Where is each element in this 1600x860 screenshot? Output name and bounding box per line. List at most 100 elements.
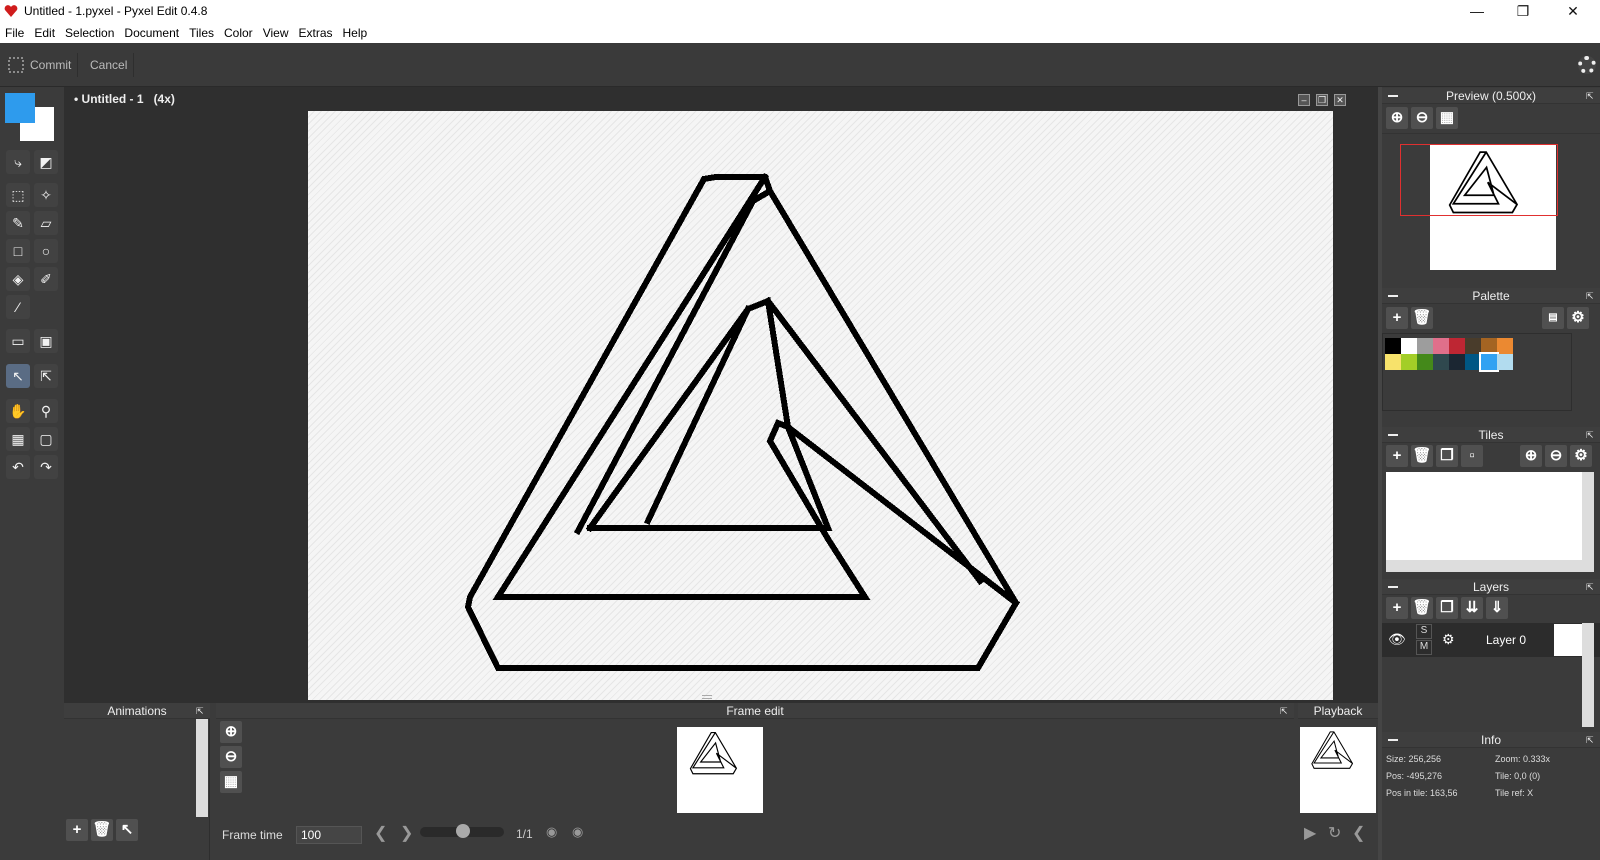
animations-scrollbar[interactable] — [196, 719, 208, 817]
move-selection-icon[interactable]: ↖ — [6, 364, 30, 388]
prev-frame-icon[interactable]: ❮ — [374, 823, 387, 843]
tiles-zoom-in-icon[interactable]: ⊕ — [1520, 445, 1542, 467]
clear-tile-icon[interactable]: ▫ — [1461, 445, 1483, 467]
menu-help[interactable]: Help — [338, 23, 373, 43]
reset-colors-icon[interactable]: ◩ — [34, 150, 58, 174]
palette-swatch[interactable] — [1433, 354, 1449, 370]
palette-swatch[interactable] — [1417, 338, 1433, 354]
add-animation-icon[interactable]: + — [66, 819, 88, 841]
visibility-eye-icon[interactable]: 👁 — [1388, 631, 1406, 648]
tiles-h-scrollbar[interactable] — [1386, 560, 1582, 572]
palette-swatch[interactable] — [1465, 338, 1481, 354]
onion-skin-prev-icon[interactable]: ◉ — [546, 824, 557, 840]
frame-fit-icon[interactable]: ▦ — [220, 771, 242, 793]
preview-viewport-rect[interactable] — [1400, 144, 1558, 216]
zoom-icon[interactable]: ⚲ — [34, 399, 58, 423]
pin-icon[interactable]: ⇱ — [1586, 291, 1596, 301]
redo-icon[interactable]: ↷ — [34, 455, 58, 479]
collapse-icon[interactable] — [1388, 586, 1398, 588]
duplicate-tile-icon[interactable]: ❐ — [1436, 445, 1458, 467]
delete-animation-icon[interactable]: 🗑 — [91, 819, 113, 841]
palette-swatch[interactable] — [1481, 338, 1497, 354]
palette-swatch[interactable] — [1449, 338, 1465, 354]
pin-icon[interactable]: ⇱ — [1280, 706, 1290, 716]
palette-swatch[interactable] — [1401, 338, 1417, 354]
palette-swatch[interactable] — [1385, 338, 1401, 354]
palette-swatch[interactable] — [1465, 354, 1481, 370]
frame-zoom-in-icon[interactable]: ⊕ — [220, 721, 242, 743]
grid-toggle-icon[interactable]: ▦ — [6, 427, 30, 451]
palette-swatch[interactable] — [1497, 338, 1513, 354]
brush-icon[interactable]: ✐ — [34, 267, 58, 291]
layers-v-scrollbar[interactable] — [1582, 623, 1594, 727]
duplicate-layer-icon[interactable]: ❐ — [1436, 597, 1458, 619]
tile-row-icon[interactable]: ▭ — [6, 329, 30, 353]
frame-thumbnail[interactable] — [677, 727, 763, 813]
ellipse-icon[interactable]: ○ — [34, 239, 58, 263]
pin-icon[interactable]: ⇱ — [1586, 91, 1596, 101]
fill-bucket-icon[interactable]: ◈ — [6, 267, 30, 291]
eyedropper-icon[interactable]: ⁄ — [6, 295, 30, 319]
palette-swatch[interactable] — [1449, 354, 1465, 370]
zoom-out-icon[interactable]: ⊖ — [1411, 107, 1433, 129]
zoom-in-icon[interactable]: ⊕ — [1386, 107, 1408, 129]
palette-swatch[interactable] — [1479, 352, 1499, 372]
pin-icon[interactable]: ⇱ — [1586, 735, 1596, 745]
delete-layer-icon[interactable]: 🗑 — [1411, 597, 1433, 619]
merge-down-icon[interactable]: ⇊ — [1461, 597, 1483, 619]
menu-tiles[interactable]: Tiles — [184, 23, 219, 43]
collapse-icon[interactable] — [1388, 295, 1398, 297]
menu-color[interactable]: Color — [219, 23, 258, 43]
move-tile-icon[interactable]: ⇱ — [34, 364, 58, 388]
menu-file[interactable]: File — [0, 23, 29, 43]
frame-zoom-out-icon[interactable]: ⊖ — [220, 746, 242, 768]
frame-slider-knob[interactable] — [456, 824, 470, 838]
swap-colors-icon[interactable]: ⤷ — [6, 150, 30, 174]
delete-tile-icon[interactable]: 🗑 — [1411, 445, 1433, 467]
layer-name[interactable]: Layer 0 — [1486, 633, 1526, 647]
magic-wand-icon[interactable]: ✧ — [34, 183, 58, 207]
menu-extras[interactable]: Extras — [293, 23, 337, 43]
doc-minimize-icon[interactable]: – — [1298, 94, 1310, 106]
tiles-settings-icon[interactable]: ⚙ — [1570, 445, 1592, 467]
playback-prev-icon[interactable]: ❮ — [1352, 823, 1365, 843]
minimize-button[interactable]: — — [1454, 0, 1500, 23]
pin-icon[interactable]: ⇱ — [1586, 430, 1596, 440]
palette-settings-icon[interactable]: ⚙ — [1567, 307, 1589, 329]
select-animation-icon[interactable]: ↖ — [116, 819, 138, 841]
resize-grip-icon[interactable] — [702, 695, 712, 699]
collapse-icon[interactable] — [1388, 434, 1398, 436]
settings-gear-icon[interactable] — [1578, 56, 1596, 74]
add-layer-icon[interactable]: + — [1386, 597, 1408, 619]
flatten-icon[interactable]: ⇓ — [1486, 597, 1508, 619]
collapse-icon[interactable] — [1388, 95, 1398, 97]
collapse-icon[interactable] — [1388, 739, 1398, 741]
layer-settings-icon[interactable]: ⚙ — [1442, 631, 1455, 648]
pin-icon[interactable]: ⇱ — [196, 706, 206, 716]
solo-toggle[interactable]: S — [1416, 624, 1432, 639]
palette-presets-icon[interactable]: ▤ — [1542, 307, 1564, 329]
frame-toggle-icon[interactable]: ▢ — [34, 427, 58, 451]
menu-edit[interactable]: Edit — [29, 23, 60, 43]
tiles-zoom-out-icon[interactable]: ⊖ — [1545, 445, 1567, 467]
pencil-icon[interactable]: ✎ — [6, 211, 30, 235]
tile-grid-icon[interactable]: ▣ — [34, 329, 58, 353]
loop-icon[interactable]: ↻ — [1328, 823, 1341, 843]
rectangle-icon[interactable]: □ — [6, 239, 30, 263]
delete-color-icon[interactable]: 🗑 — [1411, 307, 1433, 329]
pan-hand-icon[interactable]: ✋ — [6, 399, 30, 423]
drawing-canvas[interactable] — [308, 111, 1333, 700]
mute-toggle[interactable]: M — [1416, 640, 1432, 655]
add-color-icon[interactable]: + — [1386, 307, 1408, 329]
commit-button[interactable]: Commit — [24, 53, 79, 77]
pin-icon[interactable]: ⇱ — [1586, 582, 1596, 592]
undo-icon[interactable]: ↶ — [6, 455, 30, 479]
palette-swatch[interactable] — [1401, 354, 1417, 370]
rect-select-icon[interactable]: ⬚ — [6, 183, 30, 207]
menu-document[interactable]: Document — [119, 23, 184, 43]
palette-swatch[interactable] — [1385, 354, 1401, 370]
layer-row[interactable]: 👁 S M ⚙ Layer 0 — [1382, 623, 1600, 657]
tiles-area[interactable] — [1386, 472, 1582, 560]
maximize-button[interactable]: ❐ — [1500, 0, 1546, 23]
eraser-icon[interactable]: ▱ — [34, 211, 58, 235]
